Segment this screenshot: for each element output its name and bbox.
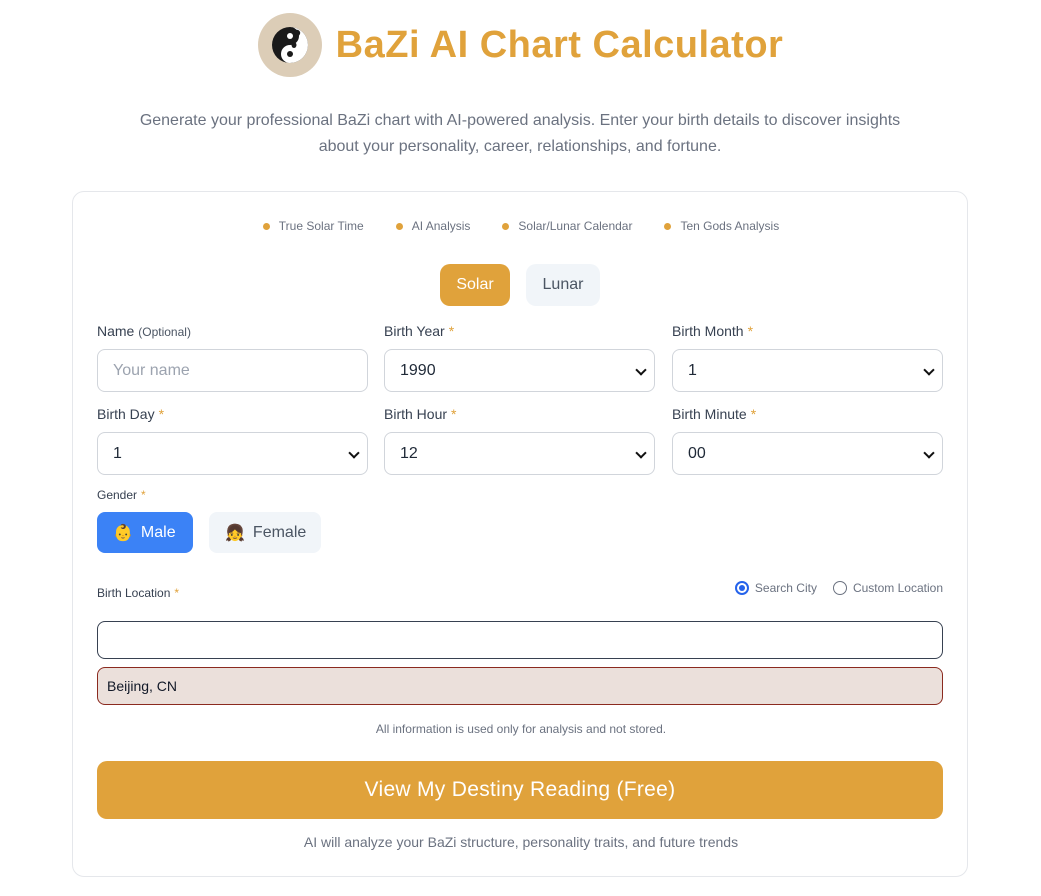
city-suggestion-item[interactable]: Beijing, CN <box>97 667 943 705</box>
radio-selected-icon <box>734 581 749 595</box>
analysis-footnote: AI will analyze your BaZi structure, per… <box>303 834 739 850</box>
chevron-down-icon <box>923 364 935 376</box>
female-label: Female <box>252 523 307 541</box>
birth-day-group: Birth Day * 1 <box>97 406 368 475</box>
birth-year-value: 1990 <box>400 361 436 379</box>
birth-year-select[interactable]: 1990 <box>384 349 655 392</box>
male-label: Male <box>140 523 176 541</box>
birth-day-label: Birth Day * <box>97 406 165 422</box>
baby-icon: 👶 <box>113 524 133 542</box>
required-mark: * <box>747 323 754 339</box>
yin-yang-panda-icon <box>257 13 322 77</box>
search-city-radio[interactable]: Search City <box>734 581 817 595</box>
optional-hint: (Optional) <box>138 325 191 339</box>
birth-location-label: Birth Location * <box>97 586 180 600</box>
chart-form-card: True Solar Time AI Analysis Solar/Lunar … <box>72 191 968 877</box>
required-mark: * <box>141 488 146 502</box>
city-search-input[interactable] <box>97 621 943 659</box>
feature-item: True Solar Time <box>262 219 364 233</box>
feature-list: True Solar Time AI Analysis Solar/Lunar … <box>73 219 969 233</box>
search-city-label: Search City <box>754 581 817 595</box>
solar-calendar-button[interactable]: Solar <box>440 264 510 306</box>
page-header: BaZi AI Chart Calculator <box>0 12 1041 78</box>
required-mark: * <box>451 406 457 422</box>
birth-year-label: Birth Year * <box>384 323 455 339</box>
female-button[interactable]: 👧 Female <box>209 512 321 553</box>
feature-item: Solar/Lunar Calendar <box>502 219 632 233</box>
feature-label: Solar/Lunar Calendar <box>518 219 633 233</box>
name-label: Name (Optional) <box>97 323 191 339</box>
gender-label: Gender * <box>97 488 146 502</box>
birth-hour-label: Birth Hour * <box>384 406 457 422</box>
birth-minute-group: Birth Minute * 00 <box>672 406 943 475</box>
radio-empty-icon <box>832 581 847 595</box>
page-subtitle: Generate your professional BaZi chart wi… <box>139 112 901 155</box>
birth-year-group: Birth Year * 1990 <box>384 323 655 392</box>
birth-hour-select[interactable]: 12 <box>384 432 655 475</box>
custom-location-radio[interactable]: Custom Location <box>832 581 943 595</box>
required-mark: * <box>158 406 165 422</box>
birth-month-select[interactable]: 1 <box>672 349 943 392</box>
chevron-down-icon <box>348 447 360 459</box>
birth-day-select[interactable]: 1 <box>97 432 368 475</box>
calendar-toggle: Solar Lunar <box>440 264 600 306</box>
feature-item: AI Analysis <box>395 219 471 233</box>
bullet-dot-icon <box>664 222 672 230</box>
chevron-down-icon <box>923 447 935 459</box>
chevron-down-icon <box>635 447 647 459</box>
birth-hour-group: Birth Hour * 12 <box>384 406 655 475</box>
birth-month-group: Birth Month * 1 <box>672 323 943 392</box>
lunar-calendar-button[interactable]: Lunar <box>526 264 600 306</box>
feature-label: AI Analysis <box>411 219 471 233</box>
custom-location-label: Custom Location <box>852 581 943 595</box>
gender-toggle: 👶 Male 👧 Female <box>97 512 321 553</box>
male-button[interactable]: 👶 Male <box>97 512 193 553</box>
birth-minute-label: Birth Minute * <box>672 406 757 422</box>
location-mode-radios: Search City Custom Location <box>734 581 943 595</box>
required-mark: * <box>174 586 180 600</box>
view-reading-button[interactable]: View My Destiny Reading (Free) <box>97 761 943 819</box>
bullet-dot-icon <box>262 222 270 230</box>
feature-item: Ten Gods Analysis <box>664 219 779 233</box>
birth-minute-value: 00 <box>688 444 706 462</box>
bullet-dot-icon <box>395 222 403 230</box>
required-mark: * <box>750 406 757 422</box>
privacy-note: All information is used only for analysi… <box>375 722 667 736</box>
name-field-group: Name (Optional) Your name <box>97 323 368 392</box>
birth-month-value: 1 <box>688 361 697 379</box>
name-input[interactable]: Your name <box>97 349 368 392</box>
feature-label: Ten Gods Analysis <box>680 219 780 233</box>
bullet-dot-icon <box>502 222 510 230</box>
birth-month-label: Birth Month * <box>672 323 754 339</box>
chevron-down-icon <box>635 364 647 376</box>
birth-hour-value: 12 <box>400 444 418 462</box>
required-mark: * <box>448 323 455 339</box>
feature-label: True Solar Time <box>278 219 364 233</box>
girl-icon: 👧 <box>225 524 245 542</box>
birth-minute-select[interactable]: 00 <box>672 432 943 475</box>
page-title: BaZi AI Chart Calculator <box>335 23 784 66</box>
birth-day-value: 1 <box>113 444 122 462</box>
